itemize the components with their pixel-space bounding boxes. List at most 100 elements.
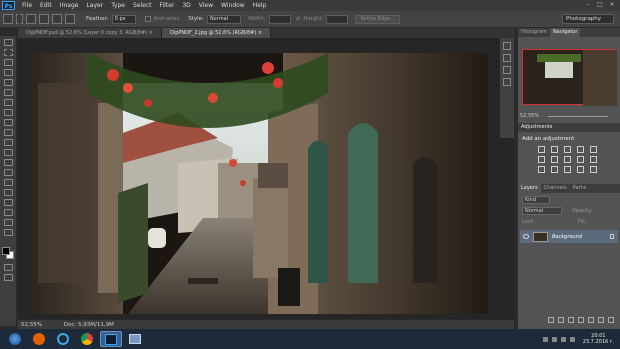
antialias-checkbox[interactable] bbox=[144, 16, 151, 22]
style-select[interactable]: Normal bbox=[206, 14, 241, 24]
width-field[interactable] bbox=[268, 14, 291, 24]
quick-selection-tool-icon[interactable] bbox=[4, 69, 13, 76]
selective-color-icon[interactable] bbox=[590, 166, 597, 173]
history-panel-icon[interactable] bbox=[503, 42, 511, 50]
quick-mask-icon[interactable] bbox=[4, 264, 13, 271]
color-swatches[interactable] bbox=[0, 246, 17, 260]
menu-3d[interactable]: 3D bbox=[178, 2, 194, 9]
curves-icon[interactable] bbox=[564, 146, 571, 153]
type-tool-icon[interactable] bbox=[4, 189, 13, 196]
move-tool-icon[interactable] bbox=[4, 39, 13, 46]
posterize-icon[interactable] bbox=[551, 166, 558, 173]
screen-mode-icon[interactable] bbox=[4, 274, 13, 281]
shape-tool-icon[interactable] bbox=[4, 209, 13, 216]
channel-mixer-icon[interactable] bbox=[590, 156, 597, 163]
marquee-tool-icon[interactable] bbox=[3, 14, 13, 24]
maximize-button[interactable]: □ bbox=[594, 0, 606, 10]
volume-icon[interactable] bbox=[569, 336, 575, 342]
new-layer-icon[interactable] bbox=[598, 317, 604, 323]
tray-icon[interactable] bbox=[542, 336, 548, 342]
add-mask-icon[interactable] bbox=[568, 317, 574, 323]
menu-file[interactable]: File bbox=[18, 2, 36, 9]
document-canvas[interactable] bbox=[28, 53, 488, 314]
clock[interactable]: 20:01 23.7.2016 г. bbox=[583, 333, 614, 345]
threshold-icon[interactable] bbox=[564, 166, 571, 173]
navigator-zoom-slider[interactable] bbox=[548, 116, 608, 117]
history-brush-tool-icon[interactable] bbox=[4, 129, 13, 136]
workspace-select[interactable]: Photography bbox=[562, 14, 614, 24]
gradient-tool-icon[interactable] bbox=[4, 149, 13, 156]
zoom-tool-icon[interactable] bbox=[4, 229, 13, 236]
start-button[interactable] bbox=[4, 331, 26, 347]
crop-tool-icon[interactable] bbox=[4, 79, 13, 86]
taskbar-explorer[interactable] bbox=[124, 331, 146, 347]
layer-style-icon[interactable] bbox=[558, 317, 564, 323]
menu-type[interactable]: Type bbox=[107, 2, 129, 9]
brush-tool-icon[interactable] bbox=[4, 109, 13, 116]
layer-row-background[interactable]: Background bbox=[520, 230, 618, 243]
navigator-zoom[interactable]: 52,55% bbox=[520, 113, 539, 119]
menu-edit[interactable]: Edit bbox=[36, 2, 56, 9]
tab-histogram[interactable]: Histogram bbox=[518, 28, 550, 37]
minimize-button[interactable]: – bbox=[582, 0, 594, 10]
visibility-eye-icon[interactable] bbox=[523, 234, 529, 239]
subtract-selection-icon[interactable] bbox=[52, 14, 62, 24]
menu-window[interactable]: Window bbox=[217, 2, 249, 9]
clone-stamp-tool-icon[interactable] bbox=[4, 119, 13, 126]
tab-navigator[interactable]: Navigator bbox=[549, 28, 581, 37]
menu-layer[interactable]: Layer bbox=[82, 2, 107, 9]
marquee-tool-icon[interactable] bbox=[4, 49, 13, 56]
layer-name[interactable]: Background bbox=[552, 234, 582, 240]
link-layers-icon[interactable] bbox=[548, 317, 554, 323]
tab-paths[interactable]: Paths bbox=[570, 184, 590, 193]
lasso-tool-icon[interactable] bbox=[4, 59, 13, 66]
delete-layer-icon[interactable] bbox=[608, 317, 614, 323]
dodge-tool-icon[interactable] bbox=[4, 169, 13, 176]
tab-layers[interactable]: Layers bbox=[518, 184, 541, 193]
gradient-map-icon[interactable] bbox=[577, 166, 584, 173]
menu-help[interactable]: Help bbox=[249, 2, 271, 9]
tray-icon[interactable] bbox=[551, 336, 557, 342]
new-selection-icon[interactable] bbox=[26, 14, 36, 24]
black-white-icon[interactable] bbox=[564, 156, 571, 163]
photo-filter-icon[interactable] bbox=[577, 156, 584, 163]
tab-document-jpg[interactable]: DipPNDF_2.jpg @ 52,6% (RGB/8#) × bbox=[162, 28, 272, 38]
taskbar-firefox[interactable] bbox=[28, 331, 50, 347]
hue-saturation-icon[interactable] bbox=[538, 156, 545, 163]
levels-icon[interactable] bbox=[551, 146, 558, 153]
adjustments-header[interactable]: Adjustments bbox=[518, 123, 620, 132]
feather-field[interactable]: 0 px bbox=[111, 14, 136, 24]
taskbar-ie[interactable] bbox=[52, 331, 74, 347]
navigator-preview[interactable] bbox=[522, 49, 617, 106]
blend-mode-select[interactable]: Normal bbox=[522, 207, 562, 215]
path-selection-tool-icon[interactable] bbox=[4, 199, 13, 206]
info-panel-icon[interactable] bbox=[503, 66, 511, 74]
taskbar-photoshop[interactable] bbox=[100, 331, 122, 347]
menu-select[interactable]: Select bbox=[129, 2, 156, 9]
eyedropper-tool-icon[interactable] bbox=[4, 89, 13, 96]
new-group-icon[interactable] bbox=[588, 317, 594, 323]
exposure-icon[interactable] bbox=[577, 146, 584, 153]
pen-tool-icon[interactable] bbox=[4, 179, 13, 186]
actions-panel-icon[interactable] bbox=[503, 54, 511, 62]
intersect-selection-icon[interactable] bbox=[65, 14, 75, 24]
menu-view[interactable]: View bbox=[195, 2, 217, 9]
vibrance-icon[interactable] bbox=[590, 146, 597, 153]
refine-edge-button[interactable]: Refine Edge... bbox=[355, 14, 401, 24]
invert-icon[interactable] bbox=[538, 166, 545, 173]
properties-panel-icon[interactable] bbox=[503, 78, 511, 86]
height-field[interactable] bbox=[326, 14, 349, 24]
blur-tool-icon[interactable] bbox=[4, 159, 13, 166]
tab-document-psd[interactable]: DipPNDF.psd @ 52,6% (Layer 0 copy 3, RGB… bbox=[18, 28, 162, 38]
tool-preset-chevron-icon[interactable] bbox=[16, 14, 23, 24]
foreground-color-swatch[interactable] bbox=[2, 247, 10, 255]
new-adjustment-icon[interactable] bbox=[578, 317, 584, 323]
close-button[interactable]: ✕ bbox=[606, 0, 618, 10]
healing-brush-tool-icon[interactable] bbox=[4, 99, 13, 106]
swap-icon[interactable]: ⇄ bbox=[296, 16, 301, 22]
tab-channels[interactable]: Channels bbox=[541, 184, 570, 193]
eraser-tool-icon[interactable] bbox=[4, 139, 13, 146]
add-selection-icon[interactable] bbox=[39, 14, 49, 24]
brightness-icon[interactable] bbox=[538, 146, 545, 153]
hand-tool-icon[interactable] bbox=[4, 219, 13, 226]
